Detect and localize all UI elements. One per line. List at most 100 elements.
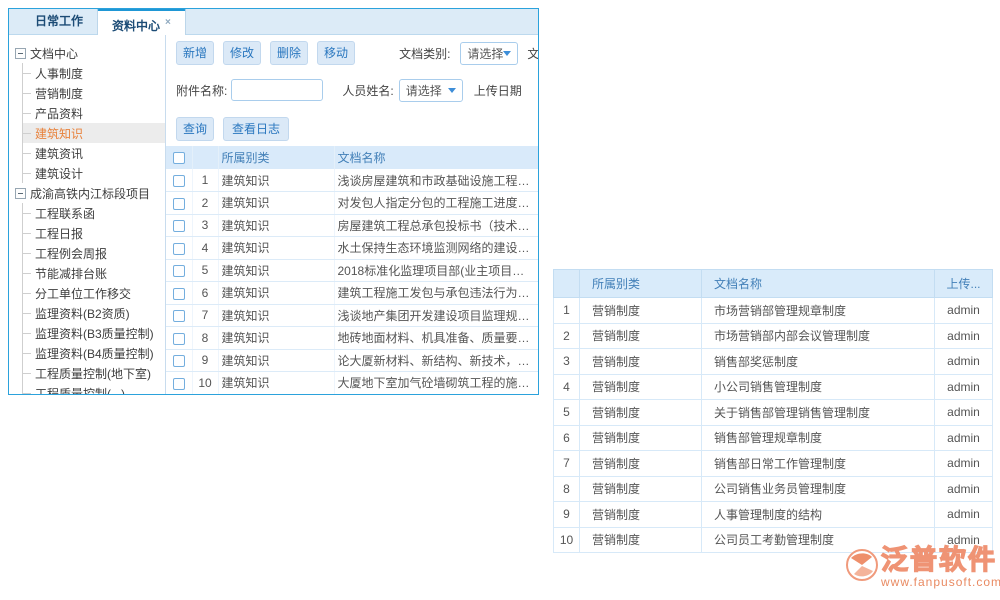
table-row[interactable]: 1营销制度市场营销部管理规章制度admin — [554, 298, 993, 324]
tree-item[interactable]: 建筑设计 — [23, 163, 165, 183]
cell-category: 营销制度 — [580, 374, 702, 400]
table-row[interactable]: 5建筑知识2018标准化监理项目部(业主项目部)人员... — [166, 259, 538, 282]
close-tab-icon[interactable]: × — [165, 17, 171, 28]
col-docname[interactable]: 文档名称 — [334, 146, 538, 169]
tree-connector — [23, 373, 31, 374]
cell-uploader: admin — [935, 425, 993, 451]
table-row[interactable]: 4营销制度小公司销售管理制度admin — [554, 374, 993, 400]
tree-item[interactable]: 监理资料(B2资质) — [23, 303, 165, 323]
tree-item-label: 建筑资讯 — [35, 145, 83, 162]
secondary-results-panel: 所属别类 文档名称 上传... 1营销制度市场营销部管理规章制度admin2营销… — [553, 269, 994, 554]
table-row[interactable]: 8建筑知识地砖地面材料、机具准备、质量要求及... — [166, 327, 538, 350]
tree-item[interactable]: 建筑资讯 — [23, 143, 165, 163]
chevron-down-icon — [448, 88, 456, 93]
toolbar-row: 新增 修改 删除 移动 文档类别: 请选择 文档名称 — [166, 41, 538, 65]
col-category[interactable]: 所属别类 — [580, 270, 702, 298]
row-checkbox[interactable] — [173, 220, 185, 232]
table-row[interactable]: 1建筑知识浅谈房屋建筑和市政基础设施工程施工... — [166, 169, 538, 192]
tree-item[interactable]: 产品资料 — [23, 103, 165, 123]
table-row[interactable]: 5营销制度关于销售部管理销售管理制度admin — [554, 400, 993, 426]
attachment-name-input[interactable] — [231, 79, 323, 101]
tree-item[interactable]: 监理资料(B3质量控制) — [23, 323, 165, 343]
move-button[interactable]: 移动 — [317, 41, 355, 65]
row-checkbox[interactable] — [173, 355, 185, 367]
tree-connector — [23, 113, 31, 114]
cell-category: 营销制度 — [580, 527, 702, 553]
doc-type-select[interactable]: 请选择 — [460, 42, 518, 65]
tree-connector — [23, 273, 31, 274]
cell-n: 10 — [192, 372, 218, 395]
col-docname[interactable]: 文档名称 — [702, 270, 935, 298]
col-index — [192, 146, 218, 169]
tree-item-label: 工程联系函 — [35, 205, 95, 222]
table-row[interactable]: 8营销制度公司销售业务员管理制度admin — [554, 476, 993, 502]
table-row[interactable]: 6建筑知识建筑工程施工发包与承包违法行为认定... — [166, 282, 538, 305]
cell-category: 建筑知识 — [218, 282, 334, 305]
cell-category: 建筑知识 — [218, 214, 334, 237]
tree-item[interactable]: 建筑知识 — [23, 123, 165, 143]
cell-n: 1 — [554, 298, 580, 324]
tree-item[interactable]: 节能减排台账 — [23, 263, 165, 283]
query-button[interactable]: 查询 — [176, 117, 214, 141]
col-uploader[interactable]: 上传... — [935, 270, 993, 298]
tree-item[interactable]: 分工单位工作移交 — [23, 283, 165, 303]
table-row[interactable]: 9建筑知识论大厦新材料、新结构、新技术，新工... — [166, 349, 538, 372]
view-log-button[interactable]: 查看日志 — [223, 117, 289, 141]
table-row[interactable]: 9营销制度人事管理制度的结构admin — [554, 502, 993, 528]
edit-button[interactable]: 修改 — [223, 41, 261, 65]
row-checkbox[interactable] — [173, 288, 185, 300]
tab-data-center[interactable]: 资料中心× — [97, 9, 186, 35]
cell-n: 9 — [192, 349, 218, 372]
table-row[interactable]: 10建筑知识大厦地下室加气砼墙砌筑工程的施工方... — [166, 372, 538, 395]
tree-item[interactable]: 监理资料(B4质量控制) — [23, 343, 165, 363]
cell-name: 水土保持生态环境监测网络的建设与资... — [334, 237, 538, 260]
tab-daily-work[interactable]: 日常工作 — [21, 8, 97, 34]
person-select[interactable]: 请选择 — [399, 79, 463, 102]
cell-n: 7 — [554, 451, 580, 477]
row-checkbox[interactable] — [173, 378, 185, 390]
tree-root-label: 文档中心 — [30, 45, 78, 62]
tree-item[interactable]: 工程日报 — [23, 223, 165, 243]
cell-name: 浅谈房屋建筑和市政基础设施工程施工... — [334, 169, 538, 192]
tree-connector — [23, 253, 31, 254]
row-checkbox[interactable] — [173, 175, 185, 187]
row-checkbox[interactable] — [173, 243, 185, 255]
cell-name: 地砖地面材料、机具准备、质量要求及... — [334, 327, 538, 350]
delete-button[interactable]: 删除 — [270, 41, 308, 65]
table-row[interactable]: 6营销制度销售部管理规章制度admin — [554, 425, 993, 451]
row-checkbox[interactable] — [173, 198, 185, 210]
collapse-icon[interactable] — [15, 188, 26, 199]
tree-item-label: 人事制度 — [35, 65, 83, 82]
row-checkbox[interactable] — [173, 310, 185, 322]
tree-item[interactable]: 营销制度 — [23, 83, 165, 103]
table-row[interactable]: 7营销制度销售部日常工作管理制度admin — [554, 451, 993, 477]
tree-item-label: 工程例会周报 — [35, 245, 107, 262]
table-row[interactable]: 4建筑知识水土保持生态环境监测网络的建设与资... — [166, 237, 538, 260]
tree-item[interactable]: 工程质量控制(...) — [23, 383, 165, 394]
cell-n: 7 — [192, 304, 218, 327]
tree-item[interactable]: 工程例会周报 — [23, 243, 165, 263]
tree-root-doc-center[interactable]: 文档中心 — [9, 43, 165, 63]
cell-checkbox — [166, 327, 192, 350]
tree-connector — [23, 213, 31, 214]
table-row[interactable]: 2营销制度市场营销部内部会议管理制度admin — [554, 323, 993, 349]
table-row[interactable]: 3营销制度销售部奖惩制度admin — [554, 349, 993, 375]
tree-item[interactable]: 工程联系函 — [23, 203, 165, 223]
tree-item[interactable]: 工程质量控制(地下室) — [23, 363, 165, 383]
collapse-icon[interactable] — [15, 48, 26, 59]
cell-category: 建筑知识 — [218, 349, 334, 372]
select-all-checkbox[interactable] — [173, 152, 185, 164]
table-header-row: 所属别类 文档名称 — [166, 146, 538, 169]
tree-root-project[interactable]: 成渝高铁内江标段项目 — [9, 183, 165, 203]
tree-item[interactable]: 人事制度 — [23, 63, 165, 83]
vendor-logo: 泛普软件 www.fanpusoft.com — [845, 546, 1000, 589]
logo-name: 泛普软件 — [881, 546, 1000, 574]
table-row[interactable]: 7建筑知识浅谈地产集团开发建设项目监理规划编... — [166, 304, 538, 327]
marketing-docs-table: 所属别类 文档名称 上传... 1营销制度市场营销部管理规章制度admin2营销… — [553, 269, 993, 553]
add-button[interactable]: 新增 — [176, 41, 214, 65]
row-checkbox[interactable] — [173, 265, 185, 277]
col-category[interactable]: 所属别类 — [218, 146, 334, 169]
table-row[interactable]: 3建筑知识房屋建筑工程总承包投标书（技术标）... — [166, 214, 538, 237]
table-row[interactable]: 2建筑知识对发包人指定分包的工程施工进度安排... — [166, 192, 538, 215]
row-checkbox[interactable] — [173, 333, 185, 345]
